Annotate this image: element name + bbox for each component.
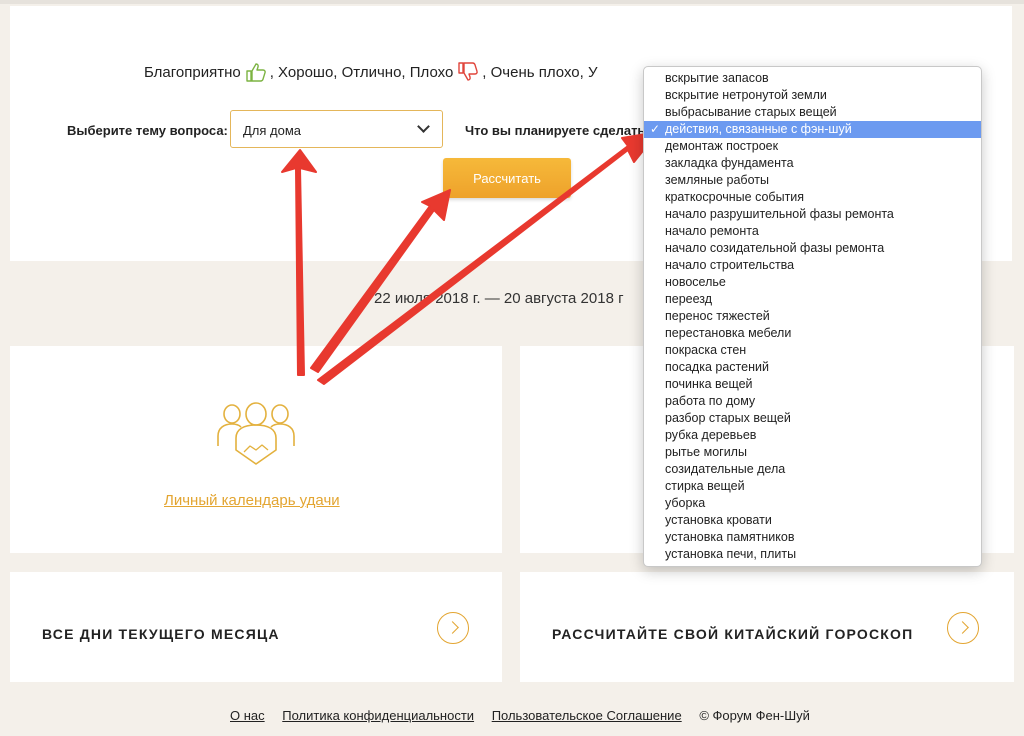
footer-agreement-link[interactable]: Пользовательское Соглашение (492, 708, 682, 723)
footer-copyright: © Форум Фен-Шуй (699, 708, 810, 723)
dropdown-option-label: демонтаж построек (665, 139, 779, 153)
dropdown-option[interactable]: земляные работы (644, 172, 981, 189)
calculate-button[interactable]: Рассчитать (443, 158, 571, 198)
all-days-arrow-button[interactable] (437, 612, 469, 644)
dropdown-option-label: начало ремонта (665, 224, 759, 238)
all-days-title: ВСЕ ДНИ ТЕКУЩЕГО МЕСЯЦА (42, 626, 280, 642)
dropdown-option[interactable]: посадка растений (644, 359, 981, 376)
dropdown-option-label: установка памятников (665, 530, 795, 544)
dropdown-option[interactable]: краткосрочные события (644, 189, 981, 206)
dropdown-option[interactable]: закладка фундамента (644, 155, 981, 172)
dropdown-option-label: действия, связанные с фэн-шуй (665, 122, 852, 136)
dropdown-option[interactable]: разбор старых вещей (644, 410, 981, 427)
dropdown-option-label: перестановка мебели (665, 326, 792, 340)
footer-about-link[interactable]: О нас (230, 708, 265, 723)
dropdown-option-label: выбрасывание старых вещей (665, 105, 837, 119)
legend-favorable: Благоприятно (144, 63, 241, 81)
dropdown-option-label: земляные работы (665, 173, 769, 187)
dropdown-option[interactable]: ✓ действия, связанные с фэн-шуй (644, 121, 981, 138)
topic-select[interactable]: Для дома (230, 110, 443, 148)
dropdown-option[interactable]: установка кровати (644, 512, 981, 529)
legend-middle: , Хорошо, Отлично, Плохо (269, 63, 454, 81)
legend-end: , Очень плохо, У (482, 63, 598, 81)
date-range: 22 июля 2018 г. — 20 августа 2018 г (374, 290, 624, 307)
dropdown-option[interactable]: новоселье (644, 274, 981, 291)
dropdown-option-label: начало созидательной фазы ремонта (665, 241, 885, 255)
dropdown-option[interactable]: созидательные дела (644, 461, 981, 478)
dropdown-option[interactable]: вскрытие нетронутой земли (644, 87, 981, 104)
plan-dropdown-menu[interactable]: вскрытие запасов вскрытие нетронутой земл… (643, 66, 982, 567)
rating-legend: Благоприятно , Хорошо, Отлично, Плохо , … (144, 62, 597, 82)
dropdown-option-label: разбор старых вещей (665, 411, 791, 425)
dropdown-option[interactable]: вскрытие запасов (644, 70, 981, 87)
dropdown-option-label: рубка деревьев (665, 428, 757, 442)
footer: О нас Политика конфиденциальности Пользо… (230, 708, 810, 723)
dropdown-option[interactable]: рытье могилы (644, 444, 981, 461)
dropdown-option[interactable]: выбрасывание старых вещей (644, 104, 981, 121)
chinese-horoscope-arrow-button[interactable] (947, 612, 979, 644)
dropdown-option-label: вскрытие запасов (665, 71, 769, 85)
dropdown-option-label: работа по дому (665, 394, 756, 408)
dropdown-option-label: переезд (665, 292, 713, 306)
dropdown-option-label: закладка фундамента (665, 156, 794, 170)
dropdown-option[interactable]: начало созидательной фазы ремонта (644, 240, 981, 257)
thumbs-up-icon (246, 63, 266, 82)
dropdown-option[interactable]: уборка (644, 495, 981, 512)
dropdown-option[interactable]: установка памятников (644, 529, 981, 546)
lucky-calendar-link[interactable]: Личный календарь удачи (164, 492, 340, 509)
dropdown-option[interactable]: починка вещей (644, 376, 981, 393)
dropdown-option[interactable]: установка печи, плиты (644, 546, 981, 563)
dropdown-option[interactable]: рубка деревьев (644, 427, 981, 444)
thumbs-down-icon (458, 62, 479, 81)
dropdown-option[interactable]: покраска стен (644, 342, 981, 359)
dropdown-option[interactable]: перенос тяжестей (644, 308, 981, 325)
chevron-down-icon (417, 120, 430, 133)
dropdown-option[interactable]: начало строительства (644, 257, 981, 274)
dropdown-option[interactable]: начало разрушительной фазы ремонта (644, 206, 981, 223)
topic-label: Выберите тему вопроса: (67, 123, 228, 138)
dropdown-option-label: начало разрушительной фазы ремонта (665, 207, 894, 221)
dropdown-option-label: починка вещей (665, 377, 753, 391)
dropdown-option[interactable]: стирка вещей (644, 478, 981, 495)
dropdown-option-label: посадка растений (665, 360, 769, 374)
dropdown-option-label: уборка (665, 496, 706, 510)
dropdown-option-label: перенос тяжестей (665, 309, 770, 323)
dropdown-option-label: начало строительства (665, 258, 795, 272)
dropdown-option[interactable]: начало ремонта (644, 223, 981, 240)
dropdown-option-label: покраска стен (665, 343, 747, 357)
chinese-horoscope-title: РАССЧИТАЙТЕ СВОЙ КИТАЙСКИЙ ГОРОСКОП (552, 626, 914, 642)
dropdown-option-label: установка кровати (665, 513, 772, 527)
dropdown-option-label: созидательные дела (665, 462, 786, 476)
dropdown-option[interactable]: демонтаж построек (644, 138, 981, 155)
people-group-icon (217, 402, 295, 465)
plan-label: Что вы планируете сделать? (465, 123, 654, 138)
dropdown-option[interactable]: работа по дому (644, 393, 981, 410)
check-icon: ✓ (650, 122, 661, 136)
dropdown-option-label: краткосрочные события (665, 190, 805, 204)
footer-privacy-link[interactable]: Политика конфиденциальности (282, 708, 474, 723)
dropdown-option-label: рытье могилы (665, 445, 747, 459)
dropdown-option[interactable]: перестановка мебели (644, 325, 981, 342)
dropdown-option-label: вскрытие нетронутой земли (665, 88, 827, 102)
dropdown-option[interactable]: переезд (644, 291, 981, 308)
dropdown-option-label: установка печи, плиты (665, 547, 797, 561)
dropdown-option-label: новоселье (665, 275, 726, 289)
dropdown-option-label: стирка вещей (665, 479, 745, 493)
top-divider (0, 0, 1024, 4)
topic-select-value: Для дома (243, 123, 302, 138)
